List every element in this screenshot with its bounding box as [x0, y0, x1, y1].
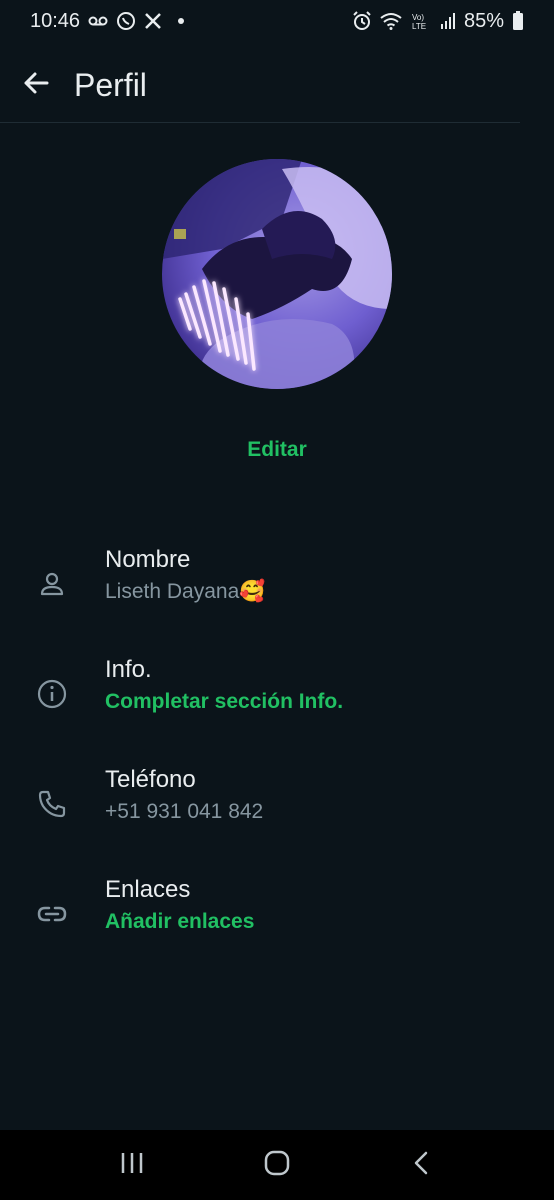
row-phone[interactable]: Teléfono +51 931 041 842: [0, 766, 554, 846]
x-icon: [144, 11, 162, 31]
row-name-label: Nombre: [105, 546, 191, 573]
page-title: Perfil: [74, 66, 147, 103]
home-button[interactable]: [247, 1140, 307, 1190]
battery-icon: [512, 11, 524, 31]
info-icon: [36, 678, 68, 710]
status-time: 10:46: [30, 9, 81, 32]
status-bar: 10:46 Vo) LTE 85%: [0, 0, 554, 42]
app-bar: Perfil: [0, 48, 520, 123]
home-icon: [263, 1149, 291, 1182]
signal-icon: [440, 11, 456, 31]
link-icon: [36, 898, 68, 930]
person-icon: [36, 568, 68, 600]
svg-text:LTE: LTE: [412, 22, 426, 31]
recent-apps-button[interactable]: [102, 1140, 162, 1190]
row-info-label: Info.: [105, 656, 152, 683]
arrow-left-icon: [22, 69, 50, 102]
voicemail-icon: [88, 11, 108, 31]
row-links-value: Añadir enlaces: [105, 910, 255, 933]
row-info[interactable]: Info. Completar sección Info.: [0, 656, 554, 736]
phone-icon: [36, 788, 68, 820]
row-phone-label: Teléfono: [105, 766, 196, 793]
row-phone-value: +51 931 041 842: [105, 800, 264, 823]
nav-back-button[interactable]: [392, 1140, 452, 1190]
volte-icon: Vo) LTE: [410, 11, 432, 31]
notification-dot: [178, 18, 185, 24]
edit-photo-link: Editar: [0, 438, 554, 462]
whatsapp-icon: [116, 11, 136, 31]
alarm-icon: [352, 11, 372, 31]
status-bar-left: 10:46: [30, 9, 185, 33]
row-links-label: Enlaces: [105, 876, 191, 903]
wifi-icon: [380, 11, 402, 31]
row-name-value: Liseth Dayana🥰: [105, 580, 266, 603]
recent-apps-icon: [119, 1150, 145, 1181]
battery-percentage: 85%: [463, 9, 504, 32]
row-info-value: Completar sección Info.: [105, 690, 344, 713]
system-nav-bar: [0, 1130, 554, 1200]
back-button[interactable]: [16, 65, 56, 105]
svg-text:Vo): Vo): [412, 13, 424, 22]
status-bar-right: Vo) LTE 85%: [352, 10, 524, 33]
edit-photo-button[interactable]: Editar: [247, 438, 307, 461]
back-icon: [409, 1150, 435, 1181]
row-links[interactable]: Enlaces Añadir enlaces: [0, 876, 554, 956]
profile-photo[interactable]: [162, 159, 392, 389]
row-name[interactable]: Nombre Liseth Dayana🥰: [0, 546, 554, 626]
